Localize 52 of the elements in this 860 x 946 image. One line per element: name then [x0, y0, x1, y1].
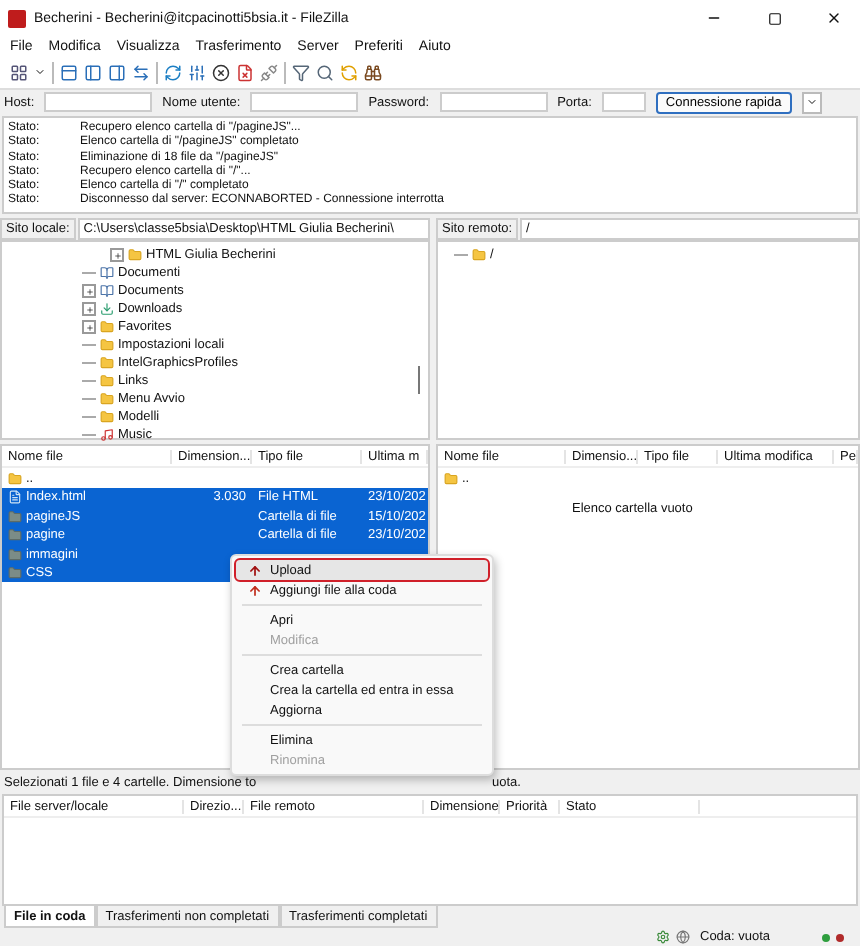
- folder-icon: [100, 320, 114, 335]
- folder-icon: [444, 471, 458, 486]
- filter-icon[interactable]: [292, 63, 310, 82]
- transfer-icon[interactable]: [132, 63, 150, 82]
- search-icon[interactable]: [316, 63, 334, 82]
- folder-icon: [8, 566, 22, 581]
- globe-icon: [676, 930, 690, 945]
- folder-icon: [8, 509, 22, 524]
- binoculars-icon[interactable]: [364, 63, 382, 82]
- arrow-up-icon: [247, 583, 261, 597]
- caret-icon: [805, 96, 818, 109]
- file-cancel-icon[interactable]: [236, 63, 254, 82]
- dropdown-button[interactable]: [801, 91, 822, 114]
- host-field[interactable]: [44, 92, 153, 113]
- folder-icon: [100, 410, 114, 425]
- close-icon[interactable]: [826, 10, 842, 26]
- library-icon: [100, 284, 114, 299]
- status-light-icon: [836, 933, 844, 942]
- download-icon: [100, 302, 114, 317]
- panel-icon[interactable]: [60, 63, 78, 82]
- app-logo: [8, 9, 26, 27]
- dropdown-icon[interactable]: [34, 66, 46, 79]
- port-field[interactable]: [601, 92, 646, 113]
- folder-icon: [8, 471, 22, 486]
- folder-icon: [472, 248, 486, 263]
- file-icon: [8, 490, 22, 505]
- folder-icon: [128, 248, 142, 263]
- folder-icon: [8, 547, 22, 562]
- expand-toggle[interactable]: [110, 248, 124, 263]
- status-light-icon: [822, 933, 830, 942]
- folder-icon: [8, 528, 22, 543]
- maximize-icon[interactable]: [767, 11, 781, 25]
- username-field[interactable]: [250, 92, 359, 113]
- password-field[interactable]: [439, 92, 548, 113]
- refresh-icon[interactable]: [164, 63, 182, 82]
- folder-icon: [100, 356, 114, 371]
- folder-icon: [100, 392, 114, 407]
- expand-toggle[interactable]: [82, 320, 96, 335]
- panel-icon[interactable]: [84, 63, 102, 82]
- expand-toggle[interactable]: [82, 284, 96, 299]
- library-icon: [100, 266, 114, 281]
- site-manager-icon[interactable]: [10, 63, 28, 82]
- disconnect-icon[interactable]: [260, 63, 278, 82]
- folder-icon: [100, 338, 114, 353]
- panel-icon[interactable]: [108, 63, 126, 82]
- cancel-icon[interactable]: [212, 63, 230, 82]
- gear-icon: [656, 930, 670, 945]
- sliders-icon[interactable]: [188, 63, 206, 82]
- music-icon: [100, 428, 114, 443]
- arrow-up-icon: [247, 563, 261, 577]
- expand-toggle[interactable]: [82, 302, 96, 317]
- folder-icon: [100, 374, 114, 389]
